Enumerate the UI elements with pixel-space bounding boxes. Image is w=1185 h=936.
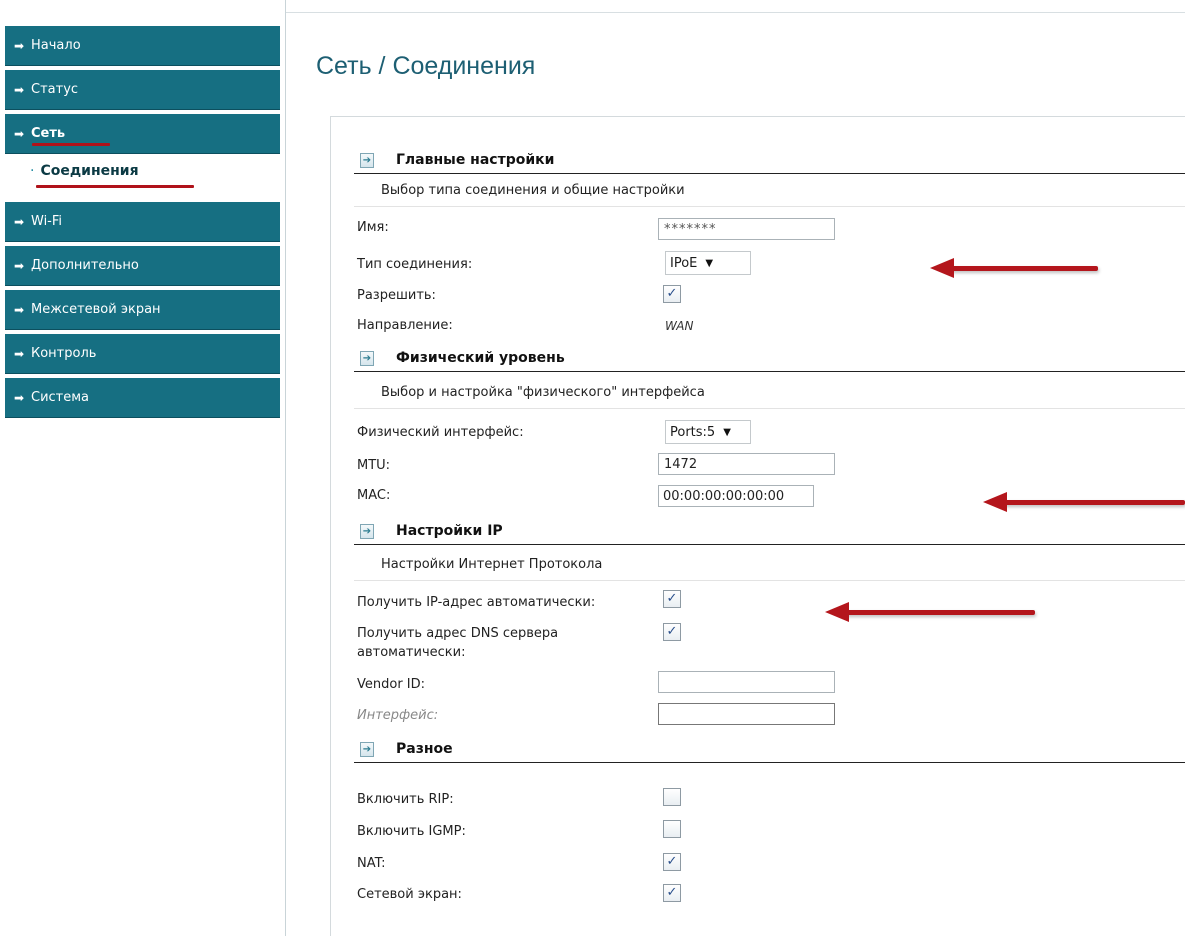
physical-interface-select[interactable]: Ports:5 ▼ xyxy=(665,420,751,444)
sidebar-item-label: Межсетевой экран xyxy=(31,302,161,317)
igmp-label: Включить IGMP: xyxy=(357,824,466,839)
section-title: Физический уровень xyxy=(396,350,565,366)
sidebar: ➡ Начало ➡ Статус ➡ Сеть · Соединения ➡ W… xyxy=(0,0,286,936)
mac-field[interactable] xyxy=(658,485,814,507)
section-description: Настройки Интернет Протокола xyxy=(354,557,1185,581)
top-divider xyxy=(286,12,1185,13)
section-header-physical: ➔ Физический уровень xyxy=(354,348,1185,372)
mtu-label: MTU: xyxy=(357,458,391,473)
connection-type-label: Тип соединения: xyxy=(357,257,473,272)
sidebar-subitem-label: Соединения xyxy=(40,163,139,179)
vendor-id-field[interactable] xyxy=(658,671,835,693)
mtu-field[interactable] xyxy=(658,453,835,475)
sidebar-item-label: Сеть xyxy=(31,126,66,141)
arrow-right-icon: ➡ xyxy=(14,302,25,317)
section-toggle-icon[interactable]: ➔ xyxy=(360,742,374,757)
enable-label: Разрешить: xyxy=(357,288,436,303)
annotation-underline xyxy=(36,185,194,188)
section-toggle-icon[interactable]: ➔ xyxy=(360,524,374,539)
sidebar-item-label: Wi-Fi xyxy=(31,214,63,229)
sidebar-item-wifi[interactable]: ➡ Wi-Fi xyxy=(5,202,280,242)
connection-type-select[interactable]: IPoE ▼ xyxy=(665,251,751,275)
section-title: Главные настройки xyxy=(396,152,555,168)
rip-checkbox[interactable] xyxy=(663,788,681,806)
annotation-arrow-icon xyxy=(983,492,1185,512)
sidebar-item-label: Контроль xyxy=(31,346,97,361)
vendor-id-label: Vendor ID: xyxy=(357,677,426,692)
annotation-arrow-icon xyxy=(930,258,1098,278)
auto-dns-label: Получить адрес DNS сервера xyxy=(357,626,559,641)
section-toggle-icon[interactable]: ➔ xyxy=(360,153,374,168)
enable-checkbox[interactable]: ✓ xyxy=(663,285,681,303)
arrow-right-icon: ➡ xyxy=(14,390,25,405)
sidebar-item-label: Статус xyxy=(31,82,79,97)
auto-dns-checkbox[interactable]: ✓ xyxy=(663,623,681,641)
auto-ip-checkbox[interactable]: ✓ xyxy=(663,590,681,608)
rip-label: Включить RIP: xyxy=(357,792,454,807)
section-header-misc: ➔ Разное xyxy=(354,739,1185,763)
firewall-label: Сетевой экран: xyxy=(357,887,462,902)
sidebar-item-label: Система xyxy=(31,390,90,405)
arrow-right-icon: ➡ xyxy=(14,346,25,361)
annotation-arrow-icon xyxy=(825,602,1035,622)
nat-checkbox[interactable]: ✓ xyxy=(663,853,681,871)
direction-value: WAN xyxy=(665,319,694,333)
arrow-right-icon: ➡ xyxy=(14,38,25,53)
arrow-right-icon: ➡ xyxy=(14,82,25,97)
sidebar-subitem-connections[interactable]: · Соединения xyxy=(30,163,139,179)
physical-interface-label: Физический интерфейс: xyxy=(357,425,524,440)
section-toggle-icon[interactable]: ➔ xyxy=(360,351,374,366)
interface-field[interactable] xyxy=(658,703,835,725)
sidebar-item-advanced[interactable]: ➡ Дополнительно xyxy=(5,246,280,286)
sidebar-item-firewall[interactable]: ➡ Межсетевой экран xyxy=(5,290,280,330)
sidebar-item-network[interactable]: ➡ Сеть xyxy=(5,114,280,154)
nat-label: NAT: xyxy=(357,856,386,871)
annotation-underline xyxy=(32,143,110,146)
section-description: Выбор и настройка "физического" интерфей… xyxy=(354,385,1185,409)
auto-dns-label-cont: автоматически: xyxy=(357,645,466,660)
sidebar-item-label: Дополнительно xyxy=(31,258,139,273)
sidebar-item-home[interactable]: ➡ Начало xyxy=(5,26,280,66)
sidebar-item-status[interactable]: ➡ Статус xyxy=(5,70,280,110)
name-label: Имя: xyxy=(357,220,389,235)
page-title: Сеть / Соединения xyxy=(316,52,536,80)
bullet-icon: · xyxy=(30,163,35,179)
section-title: Разное xyxy=(396,741,453,757)
physical-interface-value: Ports:5 xyxy=(670,424,716,440)
arrow-right-icon: ➡ xyxy=(14,126,25,141)
section-header-ip: ➔ Настройки IP xyxy=(354,521,1185,545)
section-description: Выбор типа соединения и общие настройки xyxy=(354,183,1185,207)
connection-type-value: IPoE xyxy=(670,255,698,271)
direction-label: Направление: xyxy=(357,318,453,333)
chevron-down-icon: ▼ xyxy=(723,426,731,438)
name-field[interactable] xyxy=(658,218,835,240)
sidebar-item-label: Начало xyxy=(31,38,81,53)
sidebar-item-control[interactable]: ➡ Контроль xyxy=(5,334,280,374)
sidebar-item-system[interactable]: ➡ Система xyxy=(5,378,280,418)
mac-label: MAC: xyxy=(357,488,391,503)
section-header-main: ➔ Главные настройки xyxy=(354,150,1185,174)
arrow-right-icon: ➡ xyxy=(14,214,25,229)
igmp-checkbox[interactable] xyxy=(663,820,681,838)
firewall-checkbox[interactable]: ✓ xyxy=(663,884,681,902)
section-title: Настройки IP xyxy=(396,523,503,539)
interface-label: Интерфейс: xyxy=(357,708,439,723)
auto-ip-label: Получить IP-адрес автоматически: xyxy=(357,595,596,610)
chevron-down-icon: ▼ xyxy=(705,257,714,269)
arrow-right-icon: ➡ xyxy=(14,258,25,273)
